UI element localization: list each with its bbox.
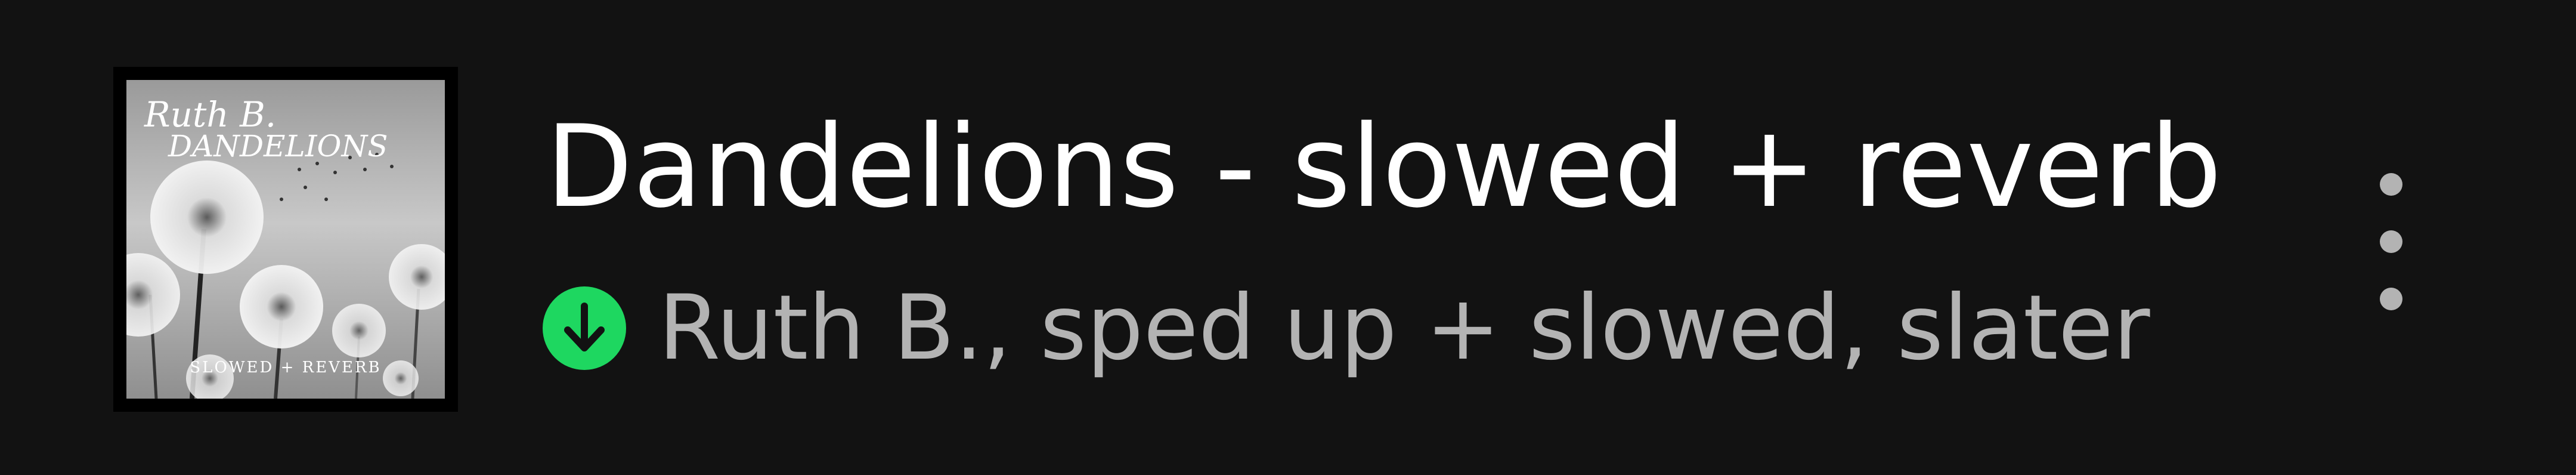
cover-title-text: DANDELIONS: [168, 129, 388, 164]
more-vertical-icon: [2380, 173, 2402, 196]
arrow-down-icon: [543, 286, 626, 370]
track-artists: Ruth B., sped up + slowed, slater: [658, 276, 2150, 380]
cover-footer-text: SLOWED + REVERB: [190, 359, 381, 377]
track-meta: Ruth B., sped up + slowed, slater: [543, 274, 2150, 382]
track-title: Dandelions - slowed + reverb: [546, 101, 2222, 233]
album-cover-art: Ruth B. DANDELIONS SLOWED + REVERB: [126, 80, 445, 399]
more-vertical-icon-dot: [2380, 288, 2402, 310]
album-cover: Ruth B. DANDELIONS SLOWED + REVERB: [113, 67, 458, 412]
more-options-button[interactable]: [2361, 173, 2421, 310]
track-list-item[interactable]: Ruth B. DANDELIONS SLOWED + REVERB Dande…: [0, 0, 2576, 475]
more-vertical-icon-dot: [2380, 230, 2402, 253]
